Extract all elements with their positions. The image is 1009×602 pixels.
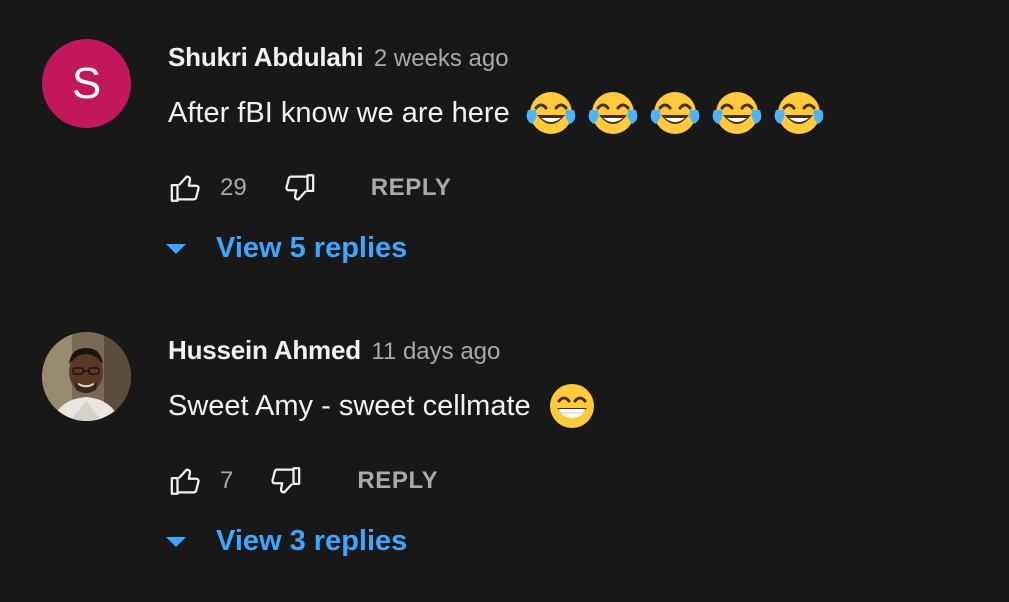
reply-button[interactable]: REPLY: [357, 467, 438, 495]
face-with-tears-of-joy-icon: [774, 92, 824, 134]
comment-header: Hussein Ahmed 11 days ago: [168, 335, 500, 366]
avatar[interactable]: [42, 332, 131, 421]
like-button[interactable]: [168, 463, 204, 499]
like-count: 29: [220, 174, 247, 201]
dislike-button[interactable]: [281, 170, 317, 206]
user-photo-icon: [42, 332, 131, 421]
beaming-face-with-smiling-eyes-icon: [549, 384, 594, 428]
view-replies-button[interactable]: View 3 replies: [164, 525, 407, 558]
comment-actions: 29 REPLY: [168, 168, 452, 208]
view-replies-label: View 5 replies: [216, 232, 408, 264]
comment-body: Sweet Amy - sweet cellmate: [168, 389, 531, 422]
face-with-tears-of-joy-icon: [588, 92, 638, 134]
avatar-initial: S: [71, 58, 102, 108]
like-count: 7: [220, 467, 234, 494]
comment-timestamp[interactable]: 11 days ago: [371, 338, 500, 365]
comment-author[interactable]: Hussein Ahmed: [168, 335, 361, 365]
comment-header: Shukri Abdulahi 2 weeks ago: [168, 42, 509, 73]
comment-author[interactable]: Shukri Abdulahi: [168, 42, 364, 72]
comment-actions: 7 REPLY: [168, 461, 438, 501]
caret-down-icon: [164, 530, 188, 554]
avatar[interactable]: S: [42, 39, 131, 128]
thumbs-down-icon: [271, 467, 301, 494]
comment-timestamp[interactable]: 2 weeks ago: [374, 45, 509, 72]
view-replies-label: View 3 replies: [216, 525, 408, 557]
thumbs-down-icon: [285, 174, 315, 201]
comment-body: After fBI know we are here: [168, 96, 510, 129]
dislike-button[interactable]: [267, 463, 303, 499]
emoji-group: [514, 88, 826, 138]
face-with-tears-of-joy-icon: [650, 92, 700, 134]
comment-text: Sweet Amy - sweet cellmate: [168, 381, 599, 431]
thumbs-up-icon: [170, 175, 200, 202]
thumbs-up-icon: [170, 468, 200, 495]
reply-button[interactable]: REPLY: [371, 174, 452, 202]
view-replies-button[interactable]: View 5 replies: [164, 232, 407, 265]
like-button[interactable]: [168, 170, 204, 206]
face-with-tears-of-joy-icon: [526, 92, 576, 134]
caret-down-icon: [164, 237, 188, 261]
comment-text: After fBI know we are here: [168, 88, 826, 138]
emoji-group: [535, 381, 599, 431]
face-with-tears-of-joy-icon: [712, 92, 762, 134]
